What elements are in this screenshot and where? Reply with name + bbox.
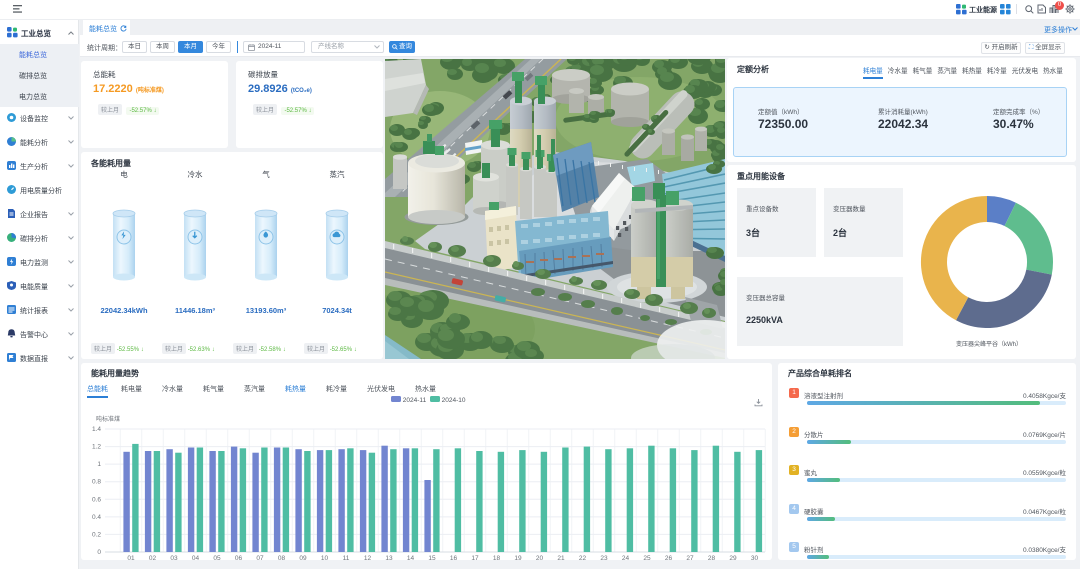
svg-text:30: 30 (751, 555, 759, 560)
svg-text:08: 08 (278, 555, 286, 560)
svg-text:20: 20 (536, 555, 544, 560)
svg-text:05: 05 (213, 555, 221, 560)
svg-text:0.4: 0.4 (92, 514, 101, 521)
svg-text:29: 29 (729, 555, 737, 560)
svg-text:14: 14 (407, 555, 415, 560)
svg-text:21: 21 (557, 555, 565, 560)
svg-text:02: 02 (149, 555, 157, 560)
svg-text:1: 1 (97, 461, 101, 468)
svg-text:0.8: 0.8 (92, 479, 101, 486)
svg-text:07: 07 (256, 555, 264, 560)
svg-text:28: 28 (708, 555, 716, 560)
svg-text:0: 0 (97, 549, 101, 556)
svg-text:01: 01 (127, 555, 135, 560)
svg-text:0.6: 0.6 (92, 496, 101, 503)
svg-text:10: 10 (321, 555, 329, 560)
svg-text:11: 11 (343, 555, 350, 560)
svg-text:0.2: 0.2 (92, 531, 101, 538)
svg-text:19: 19 (514, 555, 522, 560)
svg-text:09: 09 (299, 555, 307, 560)
svg-text:22: 22 (579, 555, 587, 560)
svg-text:15: 15 (428, 555, 436, 560)
svg-text:06: 06 (235, 555, 243, 560)
svg-text:23: 23 (600, 555, 608, 560)
svg-text:1.2: 1.2 (92, 444, 101, 451)
svg-text:27: 27 (686, 555, 694, 560)
svg-text:18: 18 (493, 555, 501, 560)
svg-text:24: 24 (622, 555, 630, 560)
svg-text:12: 12 (364, 555, 372, 560)
svg-text:25: 25 (643, 555, 651, 560)
svg-text:16: 16 (450, 555, 458, 560)
svg-text:13: 13 (385, 555, 393, 560)
svg-text:1.4: 1.4 (92, 426, 101, 433)
svg-text:04: 04 (192, 555, 200, 560)
svg-text:03: 03 (170, 555, 178, 560)
svg-text:26: 26 (665, 555, 673, 560)
svg-text:17: 17 (471, 555, 479, 560)
